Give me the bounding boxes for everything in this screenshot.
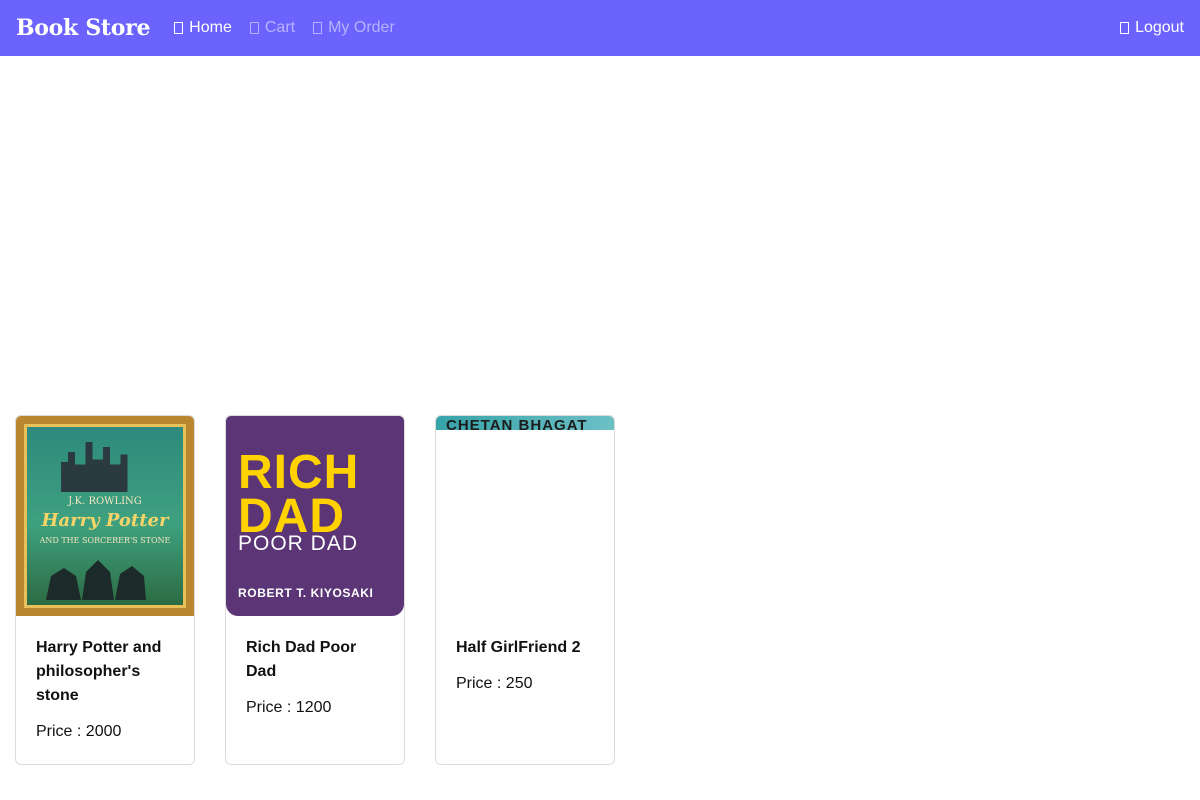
- nav-cart-label: Cart: [264, 19, 296, 36]
- card-body: Half GirlFriend 2 Price : 250: [436, 616, 614, 696]
- home-icon: [174, 22, 184, 34]
- cover-author: J.K. ROWLING: [68, 496, 142, 507]
- book-title: Rich Dad Poor Dad: [246, 639, 357, 680]
- order-icon: [313, 22, 323, 34]
- nav-my-order[interactable]: My Order: [313, 19, 395, 37]
- cover-strip: CHETAN BHAGAT: [436, 416, 614, 430]
- cover-line-3: POOR DAD: [238, 532, 359, 555]
- book-cover-image[interactable]: J.K. ROWLING Harry Potter AND THE SORCER…: [16, 416, 194, 616]
- book-card[interactable]: CHETAN BHAGAT Half GirlFriend 2 Price : …: [435, 415, 615, 765]
- top-navbar: Book Store Home Cart My Order Logout: [0, 0, 1200, 56]
- nav-my-order-label: My Order: [328, 19, 395, 36]
- brand-logo[interactable]: Book Store: [16, 15, 150, 41]
- book-price: Price : 2000: [36, 723, 122, 740]
- cover-author: ROBERT T. KIYOSAKI: [238, 586, 374, 600]
- book-title: Harry Potter and philosopher's stone: [36, 639, 162, 704]
- card-body: Rich Dad Poor Dad Price : 1200: [226, 616, 404, 720]
- card-body: Harry Potter and philosopher's stone Pri…: [16, 616, 194, 744]
- book-price: Price : 250: [456, 675, 533, 692]
- book-cover-image[interactable]: CHETAN BHAGAT: [436, 416, 614, 616]
- nav-home[interactable]: Home: [174, 19, 232, 37]
- book-card[interactable]: RICH DAD POOR DAD ROBERT T. KIYOSAKI Ric…: [225, 415, 405, 765]
- book-grid: J.K. ROWLING Harry Potter AND THE SORCER…: [15, 415, 645, 765]
- cart-icon: [249, 22, 259, 34]
- logout-label: Logout: [1135, 19, 1184, 36]
- cover-title: Harry Potter: [41, 510, 169, 531]
- book-card[interactable]: J.K. ROWLING Harry Potter AND THE SORCER…: [15, 415, 195, 765]
- logout-icon: [1120, 22, 1130, 34]
- nav-cart[interactable]: Cart: [249, 19, 296, 37]
- nav-home-label: Home: [189, 19, 232, 36]
- cover-author: CHETAN BHAGAT: [446, 417, 588, 430]
- book-title: Half GirlFriend 2: [456, 639, 581, 656]
- logout-button[interactable]: Logout: [1120, 19, 1184, 37]
- book-cover-image[interactable]: RICH DAD POOR DAD ROBERT T. KIYOSAKI: [226, 416, 404, 616]
- cover-subtitle: AND THE SORCERER'S STONE: [39, 536, 171, 545]
- book-price: Price : 1200: [246, 699, 332, 716]
